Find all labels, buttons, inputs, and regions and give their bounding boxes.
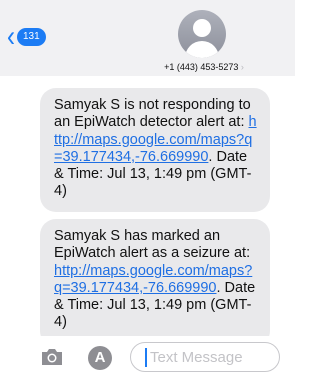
message-text: Samyak S is not responding to an EpiWatc… (54, 97, 251, 131)
message-input[interactable]: Text Message (130, 342, 280, 372)
compose-bar: A Text Message (0, 336, 295, 381)
avatar-body-shape (185, 41, 219, 58)
message-bubble[interactable]: Samyak S has marked an EpiWatch alert as… (40, 219, 270, 336)
camera-icon[interactable] (40, 346, 64, 368)
message-list[interactable]: Samyak S is not responding to an EpiWatc… (0, 76, 295, 336)
message-bubble[interactable]: Samyak S is not responding to an EpiWatc… (40, 88, 270, 212)
avatar-head-shape (193, 19, 211, 37)
message-input-placeholder: Text Message (150, 349, 243, 366)
back-button[interactable]: ‹ 131 (6, 22, 46, 52)
contact-phone-number[interactable]: +1 (443) 453-5273 › (139, 62, 269, 72)
chevron-right-icon: › (240, 62, 244, 72)
conversation-header: ‹ 131 +1 (443) 453-5273 › (0, 0, 295, 76)
phone-number-text: +1 (443) 453-5273 (164, 62, 239, 72)
chevron-left-icon: ‹ (7, 20, 15, 53)
app-store-icon[interactable]: A (88, 346, 112, 370)
text-cursor (145, 348, 147, 367)
message-text: Samyak S has marked an EpiWatch alert as… (54, 228, 251, 262)
contact-avatar[interactable] (178, 10, 226, 58)
unread-count-badge: 131 (17, 28, 46, 46)
